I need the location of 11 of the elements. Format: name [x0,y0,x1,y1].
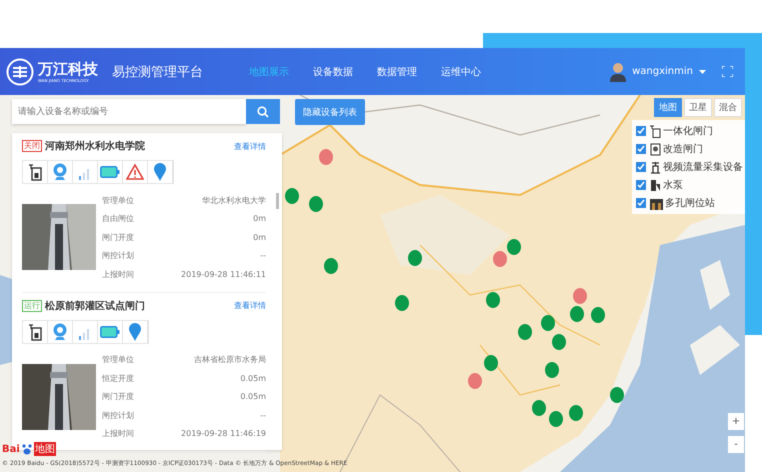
logo-name: 万江科技 [38,60,98,78]
logo-icon [6,58,34,86]
nav-tab[interactable]: 数据管理 [377,64,417,78]
fullscreen-icon[interactable] [722,66,733,77]
nav-tab[interactable]: 地图展示 [249,64,289,78]
nav-tab[interactable]: 设备数据 [313,64,353,78]
nav-tab[interactable]: 运维中心 [441,64,481,78]
avatar-icon [609,62,628,82]
app-title: 易控测管理平台 [112,64,203,80]
caret-icon[interactable] [699,70,706,74]
user-name[interactable]: wangxinmin [632,66,693,77]
